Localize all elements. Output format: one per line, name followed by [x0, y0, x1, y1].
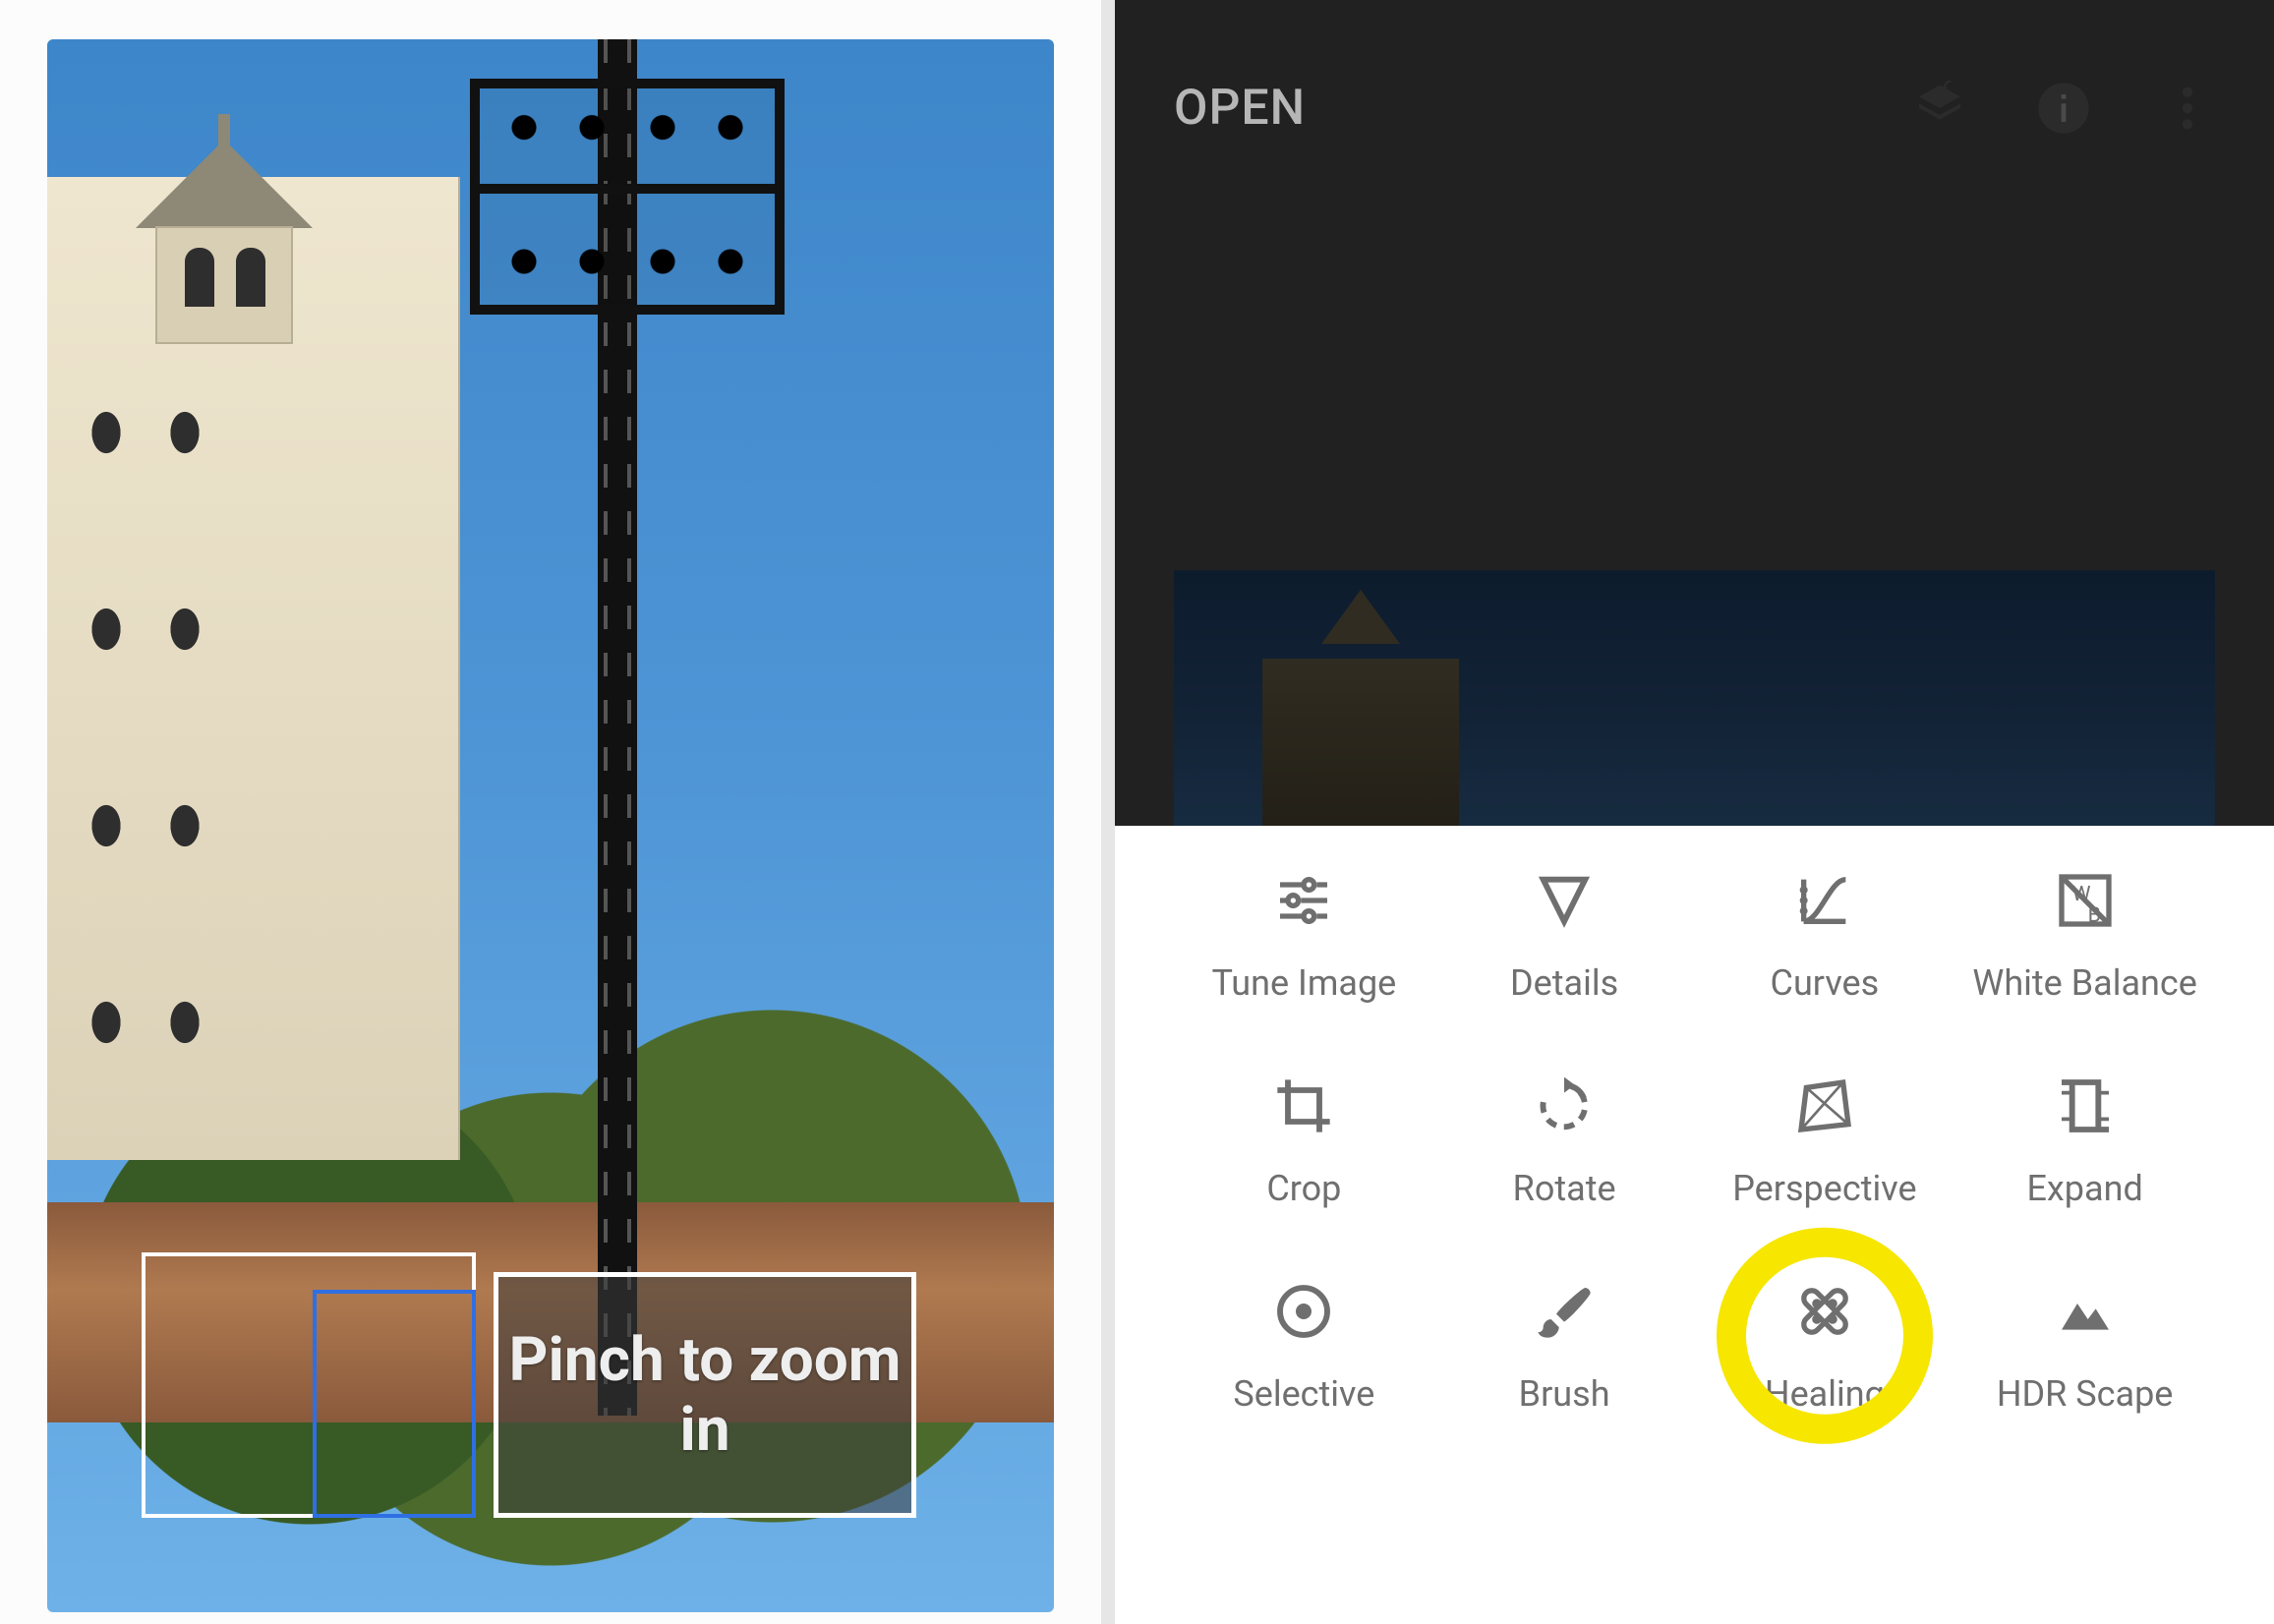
tool-label: Tune Image — [1211, 961, 1396, 1006]
tool-label: Perspective — [1732, 1167, 1916, 1211]
tool-label: Selective — [1233, 1372, 1374, 1417]
curves-icon — [1793, 869, 1856, 932]
tool-label: Details — [1510, 961, 1618, 1006]
selective-icon — [1272, 1280, 1335, 1343]
perspective-icon — [1793, 1074, 1856, 1137]
editor-canvas-area: OPEN — [1115, 0, 2274, 826]
tool-curves[interactable]: Curves — [1695, 869, 1955, 1006]
zoom-hint-overlay: Pinch to zoom in — [494, 1272, 916, 1518]
tool-expand[interactable]: Expand — [1954, 1074, 2215, 1211]
tool-healing[interactable]: Healing — [1695, 1280, 1955, 1417]
scene-building — [47, 177, 460, 1160]
tune-icon — [1272, 869, 1335, 932]
tool-label: Healing — [1765, 1372, 1885, 1417]
scene-building-spire — [126, 147, 322, 344]
tool-selective[interactable]: Selective — [1174, 1280, 1434, 1417]
tool-rotate[interactable]: Rotate — [1434, 1074, 1695, 1211]
info-icon[interactable] — [2036, 81, 2091, 136]
tool-label: HDR Scape — [1997, 1372, 2174, 1417]
svg-text:B: B — [2087, 902, 2100, 927]
panel-divider — [1101, 0, 1115, 1624]
more-vert-icon[interactable] — [2160, 81, 2215, 136]
hdr-scape-icon — [2054, 1280, 2117, 1343]
photo-viewer-panel: Pinch to zoom in — [0, 0, 1101, 1624]
details-icon — [1533, 869, 1596, 932]
brush-icon — [1533, 1280, 1596, 1343]
tool-brush[interactable]: Brush — [1434, 1280, 1695, 1417]
photo-canvas[interactable]: Pinch to zoom in — [47, 39, 1054, 1612]
tool-perspective[interactable]: Perspective — [1695, 1074, 1955, 1211]
crop-icon — [1272, 1074, 1335, 1137]
tool-label: Brush — [1519, 1372, 1610, 1417]
tool-details[interactable]: Details — [1434, 869, 1695, 1006]
healing-icon — [1793, 1280, 1856, 1343]
white-balance-icon: WB — [2054, 869, 2117, 932]
tool-hdr-scape[interactable]: HDR Scape — [1954, 1280, 2215, 1417]
editor-panel: OPEN Tune Image — [1115, 0, 2274, 1624]
tool-sheet: Tune Image Details Curves WB White Balan… — [1115, 826, 2274, 1624]
tool-crop[interactable]: Crop — [1174, 1074, 1434, 1211]
tool-label: Expand — [2026, 1167, 2142, 1211]
navigator-viewport-inner[interactable] — [313, 1290, 476, 1518]
tool-label: Rotate — [1513, 1167, 1616, 1211]
open-button[interactable]: OPEN — [1174, 80, 1306, 137]
topbar-icon-group — [1912, 81, 2215, 136]
expand-icon — [2054, 1074, 2117, 1137]
tool-label: White Balance — [1972, 961, 2196, 1006]
editor-topbar: OPEN — [1115, 0, 2274, 216]
tool-tune-image[interactable]: Tune Image — [1174, 869, 1434, 1006]
tool-grid: Tune Image Details Curves WB White Balan… — [1174, 869, 2215, 1417]
layers-undo-icon[interactable] — [1912, 81, 1967, 136]
tool-label: Crop — [1266, 1167, 1341, 1211]
preview-building — [1262, 659, 1459, 826]
tool-label: Curves — [1771, 961, 1880, 1006]
scene-light-tower-rig — [470, 79, 785, 315]
editor-image-preview[interactable] — [1174, 570, 2215, 826]
zoom-hint-text: Pinch to zoom in — [498, 1325, 911, 1466]
rotate-icon — [1533, 1074, 1596, 1137]
tool-white-balance[interactable]: WB White Balance — [1954, 869, 2215, 1006]
